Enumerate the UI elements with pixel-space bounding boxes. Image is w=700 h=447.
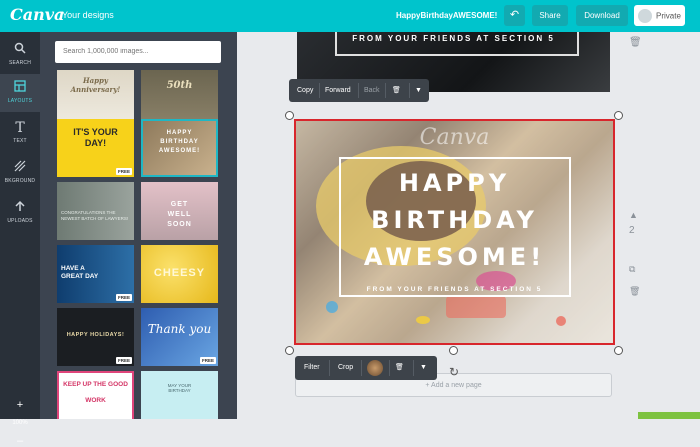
private-button[interactable]: Private <box>634 5 685 26</box>
sidebar-item-background[interactable]: BKGROUND <box>0 154 40 192</box>
template-thumb[interactable]: HAPPY HOLIDAYS! FREE <box>57 308 134 366</box>
template-thumb[interactable]: GET WELL SOON <box>141 182 218 240</box>
move-up-icon[interactable]: ▲ <box>629 210 638 220</box>
resize-handle[interactable] <box>285 346 294 355</box>
thumb-text: 50th <box>166 80 193 91</box>
thumb-text: Thank you <box>147 322 212 336</box>
page1-subline[interactable]: FROM YOUR FRIENDS AT SECTION 5 <box>297 34 610 43</box>
resize-handle[interactable] <box>614 346 623 355</box>
your-designs-link[interactable]: Your designs <box>62 10 114 20</box>
undo-button[interactable]: ↶ <box>504 5 525 26</box>
chevron-down-icon[interactable]: ▼ <box>420 356 427 380</box>
free-badge: FREE <box>115 357 132 364</box>
divider <box>413 360 414 376</box>
top-bar: Canva Your designs HappyBirthdayAWESOME!… <box>0 0 700 32</box>
resize-handle[interactable] <box>449 346 458 355</box>
template-thumb-selected[interactable]: HAPPY BIRTHDAY AWESOME! <box>141 119 218 177</box>
text-icon: T <box>15 120 25 136</box>
share-button[interactable]: Share <box>532 5 568 26</box>
trash-icon[interactable]: 🗑 <box>392 79 401 102</box>
divider <box>409 83 410 98</box>
trash-icon[interactable]: 🗑 <box>395 356 404 380</box>
free-badge: FREE <box>115 168 132 175</box>
duplicate-icon[interactable]: ⧉ <box>629 264 635 275</box>
thumb-text: GET WELL SOON <box>167 201 192 228</box>
design-canvas: FROM YOUR FRIENDS AT SECTION 5 🗑 Copy Fo… <box>237 32 700 419</box>
sidebar-item-layouts[interactable]: LAYOUTS <box>0 74 40 112</box>
divider <box>319 83 320 98</box>
download-button[interactable]: Download <box>576 5 628 26</box>
rotate-handle-icon[interactable]: ↻ <box>449 365 459 379</box>
forward-button[interactable]: Forward <box>325 79 351 102</box>
canva-watermark: Canva <box>419 125 490 150</box>
template-thumb[interactable]: CONGRATULATIONS THE NEWEST BATCH OF LAWY… <box>57 182 134 240</box>
copy-button[interactable]: Copy <box>297 79 313 102</box>
thumb-text: KEEP UP THE GOOD WORK <box>63 381 128 404</box>
thumb-text: Happy Anniversary! <box>70 76 121 94</box>
page-2-selected[interactable]: Canva HAPPY BIRTHDAY AWESOME! FROM YOUR … <box>294 119 615 345</box>
divider <box>361 360 362 376</box>
background-icon <box>0 160 40 176</box>
sidebar-label: UPLOADS <box>7 218 33 224</box>
thumb-text: HAPPY BIRTHDAY AWESOME! <box>158 130 201 154</box>
zoom-level: 100% <box>12 420 28 426</box>
resize-handle[interactable] <box>285 111 294 120</box>
design-title[interactable]: HappyBirthdayAWESOME! <box>396 11 497 20</box>
template-thumb[interactable]: KEEP UP THE GOOD WORK <box>57 371 134 419</box>
thumb-text: CONGRATULATIONS THE NEWEST BATCH OF LAWY… <box>61 210 129 221</box>
sidebar-label: TEXT <box>13 138 27 144</box>
template-thumb[interactable]: IT'S YOUR DAY! FREE <box>57 119 134 177</box>
search-icon <box>0 42 40 58</box>
trash-icon[interactable]: 🗑 <box>629 286 640 297</box>
avatar <box>638 8 652 23</box>
layouts-panel: Happy Anniversary! 50th IT'S YOUR DAY! F… <box>40 32 237 419</box>
divider <box>358 83 359 98</box>
sidebar-label: SEARCH <box>8 60 32 66</box>
free-badge: FREE <box>199 357 216 364</box>
zoom-in-button[interactable]: + <box>0 399 40 411</box>
thumb-text: CHEESY <box>153 267 206 279</box>
sidebar-label: LAYOUTS <box>7 98 33 104</box>
page-number: 2 <box>629 225 635 236</box>
headline-line-3[interactable]: AWESOME! <box>296 243 613 271</box>
image-toolbar: Filter Crop 🗑 ▼ <box>295 356 437 380</box>
sidebar-item-search[interactable]: SEARCH <box>0 36 40 74</box>
private-label: Private <box>656 11 681 21</box>
filter-button[interactable]: Filter <box>304 356 320 380</box>
layouts-icon <box>0 80 40 96</box>
trash-icon[interactable]: 🗑 <box>629 37 642 48</box>
free-badge: FREE <box>115 294 132 301</box>
thumb-text: HAPPY HOLIDAYS! <box>66 332 125 338</box>
template-thumb[interactable]: CHEESY <box>141 245 218 303</box>
sidebar-label: BKGROUND <box>4 178 36 184</box>
subline[interactable]: FROM YOUR FRIENDS AT SECTION 5 <box>296 286 613 293</box>
thumb-text: HAVE A GREAT DAY <box>61 265 99 280</box>
zoom-out-button[interactable]: – <box>0 435 40 447</box>
page-toolbar: Copy Forward Back 🗑 ▼ <box>289 79 429 102</box>
thumb-text: IT'S YOUR DAY! <box>73 127 118 148</box>
canva-logo[interactable]: Canva <box>10 5 64 24</box>
image-thumbnail[interactable] <box>367 360 383 376</box>
resize-handle[interactable] <box>614 111 623 120</box>
back-button[interactable]: Back <box>364 79 380 102</box>
left-sidebar: SEARCH LAYOUTS T TEXT BKGROUND UPLOADS +… <box>0 32 40 447</box>
headline-line-1[interactable]: HAPPY <box>296 169 613 197</box>
image-search-input[interactable] <box>55 41 221 63</box>
divider <box>329 360 330 376</box>
divider <box>389 360 390 376</box>
divider <box>385 83 386 98</box>
headline-line-2[interactable]: BIRTHDAY <box>296 206 613 234</box>
sidebar-item-text[interactable]: T TEXT <box>0 114 40 152</box>
help-tab[interactable] <box>638 412 700 419</box>
chevron-down-icon[interactable]: ▼ <box>415 79 422 102</box>
template-thumb[interactable]: MAY YOUR BIRTHDAY <box>141 371 218 419</box>
thumb-text: MAY YOUR BIRTHDAY <box>167 383 192 393</box>
template-thumb[interactable]: Thank you FREE <box>141 308 218 366</box>
template-thumb[interactable]: HAVE A GREAT DAY FREE <box>57 245 134 303</box>
crop-button[interactable]: Crop <box>338 356 353 380</box>
sidebar-item-uploads[interactable]: UPLOADS <box>0 194 40 232</box>
uploads-icon <box>0 200 40 216</box>
